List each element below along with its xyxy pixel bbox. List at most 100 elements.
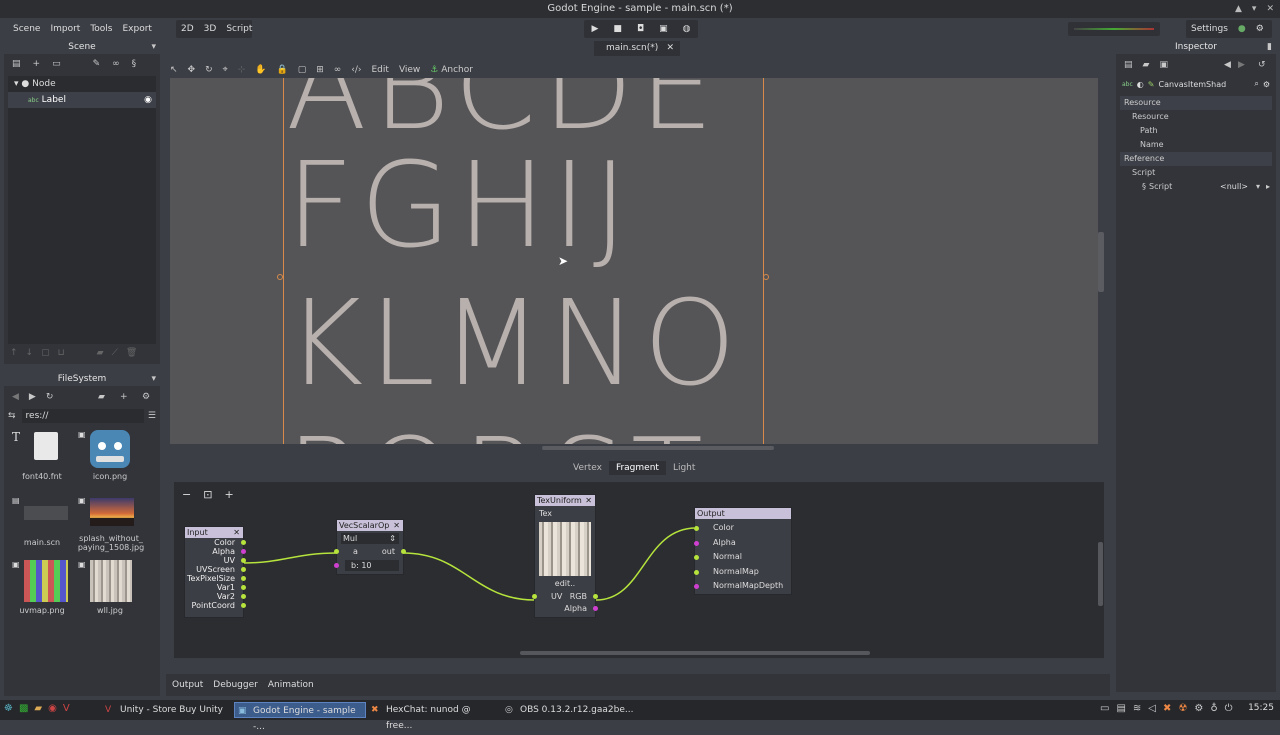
- port-dot[interactable]: [241, 567, 246, 572]
- minimize-icon[interactable]: ▲: [1235, 0, 1242, 18]
- texture-preview[interactable]: [539, 522, 591, 576]
- tab-light[interactable]: Light: [666, 461, 702, 475]
- input-port[interactable]: Var2: [185, 592, 246, 601]
- port-dot[interactable]: [694, 584, 699, 589]
- power-icon[interactable]: ⏻: [1225, 703, 1233, 714]
- dock-menu-icon[interactable]: ▾: [151, 374, 156, 384]
- dock-menu-icon[interactable]: ▮: [1267, 42, 1272, 52]
- section-reference[interactable]: Reference: [1120, 152, 1272, 166]
- input-port[interactable]: UVScreen: [185, 565, 246, 574]
- file-item[interactable]: T font40.fnt: [12, 430, 72, 486]
- forward-icon[interactable]: ▶: [29, 392, 36, 402]
- file-item[interactable]: ▣ wll.jpg: [78, 560, 142, 620]
- hexchat-tray-icon[interactable]: ✖: [1163, 703, 1171, 714]
- edit-button[interactable]: edit..: [535, 579, 595, 591]
- menu-scene[interactable]: Scene: [8, 18, 45, 40]
- scene-dock-title[interactable]: Scene: [4, 40, 160, 54]
- anchor-menu[interactable]: ⚓ Anchor: [430, 65, 473, 75]
- input-port[interactable]: Color: [185, 538, 246, 547]
- bone-icon[interactable]: ⊹: [238, 65, 246, 75]
- apps-icon[interactable]: ☸: [4, 703, 13, 714]
- port-dot[interactable]: [532, 594, 537, 599]
- port-dot[interactable]: [241, 603, 246, 608]
- task-hexchat[interactable]: ✖ HexChat: nunod @ free...: [368, 702, 496, 731]
- back-icon[interactable]: ◀: [12, 392, 19, 402]
- property-path[interactable]: Path: [1120, 124, 1272, 138]
- settings-button[interactable]: Settings: [1186, 20, 1233, 38]
- tab-fragment[interactable]: Fragment: [608, 461, 666, 475]
- settings-tray-icon[interactable]: ⚙: [1194, 703, 1203, 714]
- script-value[interactable]: <null>: [1220, 180, 1248, 194]
- folder-icon[interactable]: ▰: [34, 703, 42, 714]
- gear-icon[interactable]: ⚙: [1251, 20, 1269, 38]
- tree-item-label-node[interactable]: abc Label ◉: [8, 92, 156, 108]
- chevron-down-icon[interactable]: ▾: [1256, 180, 1260, 194]
- open-icon[interactable]: ▰: [1143, 60, 1150, 70]
- usb-icon[interactable]: ▭: [1100, 703, 1109, 714]
- vecscalar-node[interactable]: VecScalarOp ✕ Mul ⇕ a out b: 10: [334, 519, 406, 575]
- resize-handle-left[interactable]: [277, 274, 283, 280]
- file-item[interactable]: ▤ main.scn: [12, 496, 72, 556]
- folder-icon[interactable]: ▰: [98, 392, 105, 402]
- input-node[interactable]: Input ✕ Color Alpha UV UVScreen TexPixelS…: [184, 526, 246, 618]
- dock-menu-icon[interactable]: ▾: [151, 42, 156, 52]
- move-up-icon[interactable]: ↑: [10, 348, 18, 358]
- save-icon[interactable]: ▣: [1159, 60, 1168, 70]
- port-dot[interactable]: [241, 549, 246, 554]
- close-icon[interactable]: ✕: [233, 527, 240, 538]
- mode-script[interactable]: Script: [221, 20, 257, 38]
- menu-tools[interactable]: Tools: [85, 18, 117, 40]
- refresh-icon[interactable]: ↻: [46, 392, 54, 402]
- file-item[interactable]: ▣ icon.png: [78, 430, 142, 486]
- resize-handle-right[interactable]: [763, 274, 769, 280]
- property-script[interactable]: § Script <null> ▾ ▸: [1120, 180, 1272, 194]
- pause-icon[interactable]: ◘: [632, 20, 649, 38]
- close-icon[interactable]: ✕: [666, 41, 674, 56]
- object-selector[interactable]: abc ◐ ✎ CanvasItemShad ⌕ ⚙: [1116, 76, 1276, 92]
- path-field[interactable]: res://: [21, 409, 144, 423]
- select-icon[interactable]: ↖: [170, 65, 178, 75]
- port-dot[interactable]: [241, 576, 246, 581]
- volume-icon[interactable]: ◁: [1148, 703, 1156, 714]
- maximize-icon[interactable]: ▾: [1252, 0, 1257, 18]
- texuniform-node[interactable]: TexUniform ✕ Tex edit.. UV RGB Alpha: [532, 494, 598, 618]
- close-icon[interactable]: ✕: [585, 495, 592, 506]
- collapse-icon[interactable]: ▾: [14, 79, 19, 89]
- link-icon[interactable]: ∞: [112, 59, 120, 69]
- output-port[interactable]: NormalMap: [694, 565, 791, 580]
- property-name[interactable]: Name: [1120, 138, 1272, 152]
- output-node[interactable]: Output Color Alpha Normal NormalMap Norm…: [694, 507, 792, 595]
- reparent-icon[interactable]: ⊔: [58, 348, 65, 358]
- port-dot[interactable]: [694, 526, 699, 531]
- pan-icon[interactable]: ✋: [255, 65, 266, 75]
- section-resource[interactable]: Resource: [1120, 96, 1272, 110]
- port-dot[interactable]: [694, 540, 699, 546]
- shader-graph[interactable]: − ⊡ + Input ✕ Color Alpha UV UVScreen Tex…: [174, 482, 1104, 658]
- new-resource-icon[interactable]: ▤: [1124, 60, 1133, 70]
- input-port[interactable]: Alpha: [185, 547, 246, 556]
- input-port[interactable]: TexPixelSize: [185, 574, 246, 583]
- task-unity[interactable]: V Unity - Store Buy Unity: [102, 702, 230, 718]
- close-icon[interactable]: ✕: [1266, 0, 1274, 18]
- scene-tab[interactable]: main.scn(*) ✕: [594, 41, 680, 56]
- lock-icon[interactable]: 🔒: [276, 65, 287, 75]
- port-dot[interactable]: [241, 558, 246, 563]
- filesystem-title[interactable]: FileSystem: [4, 372, 160, 386]
- gear-icon[interactable]: ⚙: [1263, 80, 1270, 89]
- port-dot[interactable]: [401, 549, 406, 554]
- add-icon[interactable]: +: [120, 392, 128, 402]
- stop-icon[interactable]: ■: [608, 20, 627, 38]
- gear-icon[interactable]: ⚙: [142, 392, 150, 402]
- radiation-icon[interactable]: ☢: [1178, 703, 1187, 714]
- play-scene-icon[interactable]: ▣: [654, 20, 673, 38]
- script-icon[interactable]: §: [132, 59, 137, 69]
- forward-icon[interactable]: ▶: [1238, 60, 1245, 70]
- group-icon[interactable]: ⊞: [316, 65, 324, 75]
- menu-export[interactable]: Export: [118, 18, 157, 40]
- port-dot[interactable]: [694, 569, 699, 575]
- move-down-icon[interactable]: ↓: [26, 348, 34, 358]
- edit-icon[interactable]: ✎: [93, 59, 101, 69]
- unlock-icon[interactable]: ▢: [298, 65, 307, 75]
- task-obs[interactable]: ◎ OBS 0.13.2.r12.gaa2be...: [502, 702, 642, 718]
- task-godot[interactable]: ▣ Godot Engine - sample -...: [234, 702, 366, 732]
